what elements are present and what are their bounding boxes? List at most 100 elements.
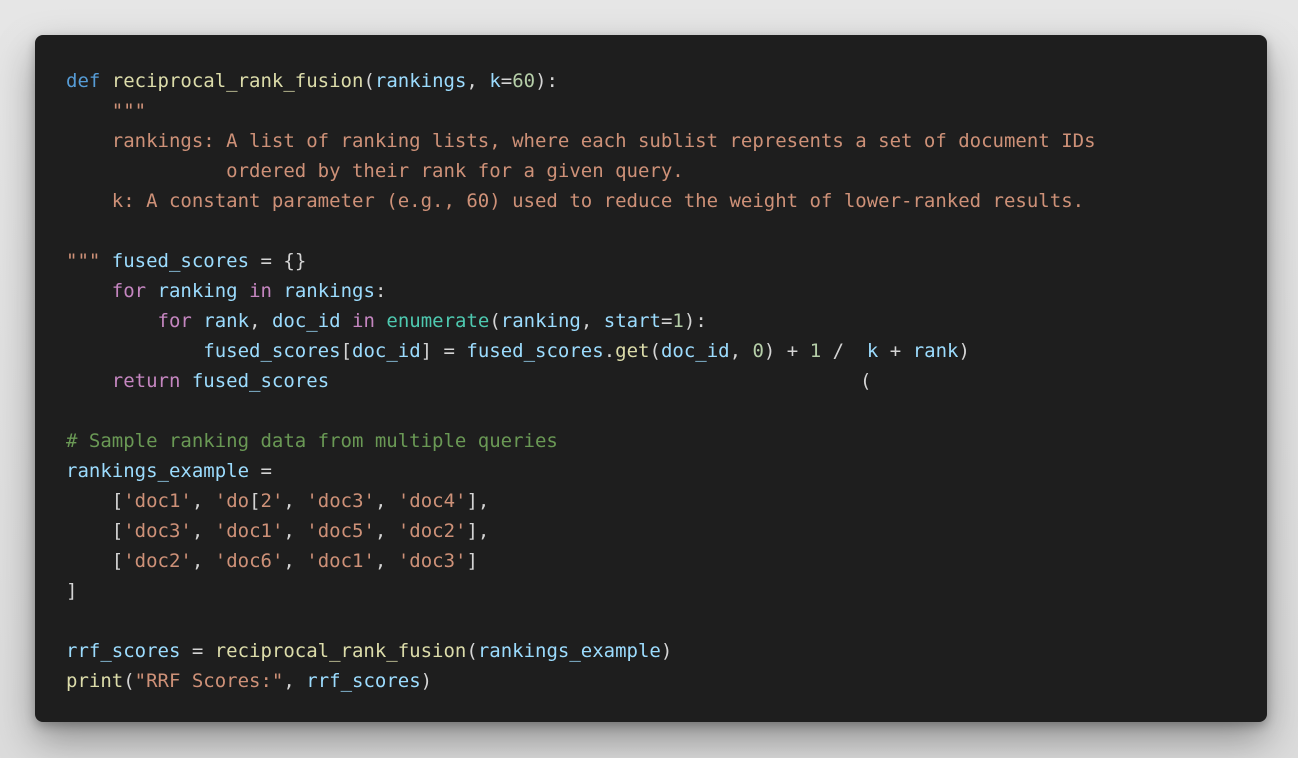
code-block[interactable]: def reciprocal_rank_fusion(rankings, k=6…: [66, 66, 1247, 696]
comma: ,: [374, 490, 398, 512]
paren: (: [489, 310, 501, 332]
function-name: reciprocal_rank_fusion: [111, 70, 364, 92]
code-line-3: rankings: A list of ranking lists, where…: [66, 130, 1096, 152]
string-doc: 'do: [214, 490, 250, 512]
param-start: start: [603, 310, 661, 332]
divide: /: [821, 340, 867, 362]
paren: (: [363, 70, 375, 92]
paren: (: [466, 640, 478, 662]
keyword-def: def: [66, 70, 101, 92]
string-doc: 'doc5': [306, 520, 375, 542]
code-line-15: ['doc1', 'do[2', 'doc3', 'doc4'],: [66, 486, 1247, 516]
dot: .: [603, 340, 616, 362]
comma: ,: [466, 70, 490, 92]
string-rrf-scores: "RRF Scores:": [134, 670, 284, 692]
comma: ,: [283, 490, 307, 512]
stray-bracket: [: [249, 490, 261, 512]
comma: ,: [283, 550, 307, 572]
var-rankings-example: rankings_example: [477, 640, 661, 662]
code-line-4: ordered by their rank for a given query.: [66, 160, 684, 182]
var-doc-id: doc_id: [352, 340, 421, 362]
var-doc-id: doc_id: [271, 310, 341, 332]
var-rrf-scores: rrf_scores: [306, 670, 421, 692]
string-doc: 'doc4': [397, 490, 467, 512]
keyword-return: return: [111, 370, 181, 392]
var-fused-scores: fused_scores: [191, 370, 330, 392]
comma: ,: [580, 310, 604, 332]
number-1: 1: [672, 310, 684, 332]
string-doc: 'doc6': [214, 550, 284, 572]
comma: ,: [374, 550, 398, 572]
code-line-2: """: [66, 100, 147, 122]
number-1: 1: [809, 340, 822, 362]
bracket-assign: ] =: [420, 340, 467, 362]
comma: ,: [191, 550, 215, 572]
docstring-end: """: [66, 250, 101, 272]
keyword-in: in: [249, 280, 272, 302]
comma: ,: [374, 520, 398, 542]
list-open: [: [111, 520, 124, 542]
stray-paren: (: [860, 370, 872, 392]
var-rank: rank: [203, 310, 250, 332]
comma: ,: [191, 490, 215, 512]
paren-plus: ) +: [763, 340, 810, 362]
var-ranking: ranking: [157, 280, 238, 302]
assign: =: [249, 460, 272, 482]
list-open: [: [111, 550, 124, 572]
code-line-7: """ fused_scores = {}: [66, 246, 1247, 276]
code-line-1: def reciprocal_rank_fusion(rankings, k=6…: [66, 66, 1247, 96]
code-line-11: return fused_scores (: [66, 366, 1247, 396]
keyword-for: for: [157, 310, 192, 332]
string-doc: 'doc3': [123, 520, 192, 542]
builtin-enumerate: enumerate: [386, 310, 490, 332]
code-line-20: rrf_scores = reciprocal_rank_fusion(rank…: [66, 636, 1247, 666]
param-rankings: rankings: [374, 70, 467, 92]
code-line-17: ['doc2', 'doc6', 'doc1', 'doc3']: [66, 546, 1247, 576]
list-close: ],: [466, 520, 490, 542]
paren-colon: ):: [683, 310, 707, 332]
assign-dict: = {}: [249, 250, 307, 272]
code-line-18: ]: [66, 580, 78, 602]
paren-close: ): [958, 340, 970, 362]
var-k: k: [866, 340, 879, 362]
code-line-13-comment: # Sample ranking data from multiple quer…: [66, 430, 558, 452]
string-doc: 'doc1': [214, 520, 284, 542]
paren: (: [649, 340, 661, 362]
paren-close: ): [660, 640, 673, 662]
keyword-for: for: [111, 280, 147, 302]
keyword-in: in: [352, 310, 375, 332]
list-close: ]: [466, 550, 478, 572]
var-fused-scores: fused_scores: [111, 250, 250, 272]
method-get: get: [615, 340, 650, 362]
number-0: 0: [752, 340, 764, 362]
equals: =: [500, 70, 513, 92]
equals: =: [660, 310, 673, 332]
comma: ,: [191, 520, 215, 542]
paren-close: ): [420, 670, 433, 692]
string-doc: 'doc2': [397, 520, 467, 542]
code-line-8: for ranking in rankings:: [66, 276, 1247, 306]
var-fused-scores: fused_scores: [466, 340, 604, 362]
list-open: [: [111, 490, 124, 512]
string-doc: 'doc3': [397, 550, 467, 572]
var-doc-id: doc_id: [660, 340, 730, 362]
call-reciprocal-rank-fusion: reciprocal_rank_fusion: [214, 640, 467, 662]
string-doc: 'doc2': [123, 550, 192, 572]
paren: (: [123, 670, 135, 692]
code-window: def reciprocal_rank_fusion(rankings, k=6…: [35, 35, 1267, 722]
